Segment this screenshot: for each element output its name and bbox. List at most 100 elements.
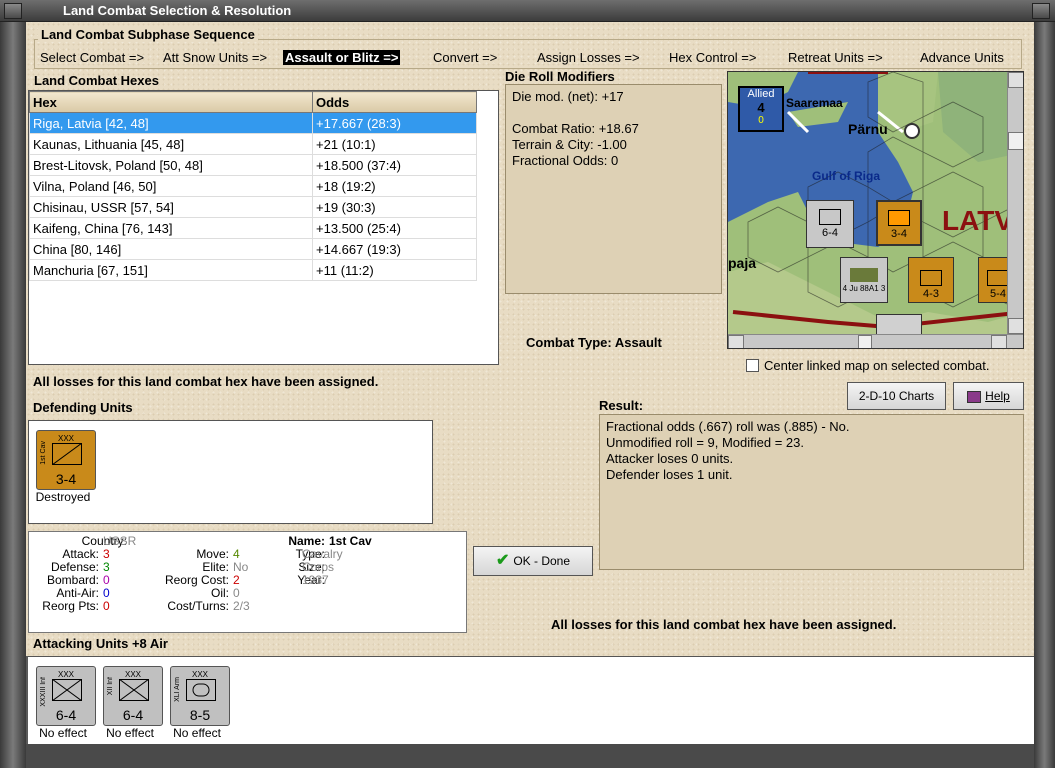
year-value: 1937	[302, 573, 329, 587]
center-map-checkbox[interactable]	[746, 359, 759, 372]
scroll-down-icon[interactable]	[1008, 318, 1023, 334]
att-unit-1-status: No effect	[39, 726, 87, 740]
modifiers-box: Die mod. (net): +17 Combat Ratio: +18.67…	[505, 84, 722, 294]
book-icon	[967, 390, 982, 403]
name-label: Name:	[288, 534, 325, 548]
hex-row[interactable]: China [80, 146] +14.667 (19:3)	[29, 238, 477, 260]
hex-row[interactable]: Kaifeng, China [76, 143] +13.500 (25:4)	[29, 217, 477, 239]
oil-label: Oil:	[211, 586, 229, 600]
frame-right	[1034, 22, 1055, 768]
hex-name-cell: Riga, Latvia [42, 48]	[29, 112, 313, 134]
hex-odds-cell: +13.500 (25:4)	[312, 217, 477, 239]
fire-icon	[888, 210, 910, 226]
allied-sub: 0	[758, 115, 764, 126]
att-unit-2-status: No effect	[106, 726, 154, 740]
step-hex-control[interactable]: Hex Control =>	[669, 50, 756, 65]
defending-unit-counter[interactable]: XXX 1st Cav 3-4	[36, 430, 96, 490]
allied-marker[interactable]: Allied 4 0	[738, 86, 784, 132]
hex-row[interactable]: Manchuria [67, 151] +11 (11:2)	[29, 259, 477, 281]
attacking-unit-3[interactable]: XXX XLI Arm 8-5	[170, 666, 230, 726]
map-vscroll[interactable]	[1007, 72, 1023, 334]
col-hex[interactable]: Hex	[29, 91, 313, 113]
mod-combat-ratio: Combat Ratio: +18.67	[512, 121, 639, 136]
map-unit-soviet-2[interactable]: 4-3	[908, 257, 954, 303]
ok-done-button[interactable]: ✔ OK - Done	[473, 546, 593, 576]
losses-message-top: All losses for this land combat hex have…	[33, 374, 379, 389]
hex-row[interactable]: Brest-Litovsk, Poland [50, 48] +18.500 (3…	[29, 154, 477, 176]
move-label: Move:	[196, 547, 229, 561]
hex-odds-cell: +14.667 (19:3)	[312, 238, 477, 260]
help-button[interactable]: Help	[953, 382, 1024, 410]
result-box: Fractional odds (.667) roll was (.885) -…	[599, 414, 1024, 570]
unit-info-panel: Country: USSR Attack: 3 Defense: 3 Bomba…	[28, 531, 467, 633]
linked-map[interactable]: Allied 4 0 Saaremaa Pärnu Gulf of Riga L…	[727, 71, 1024, 349]
hex-name-cell: Kaunas, Lithuania [45, 48]	[29, 133, 313, 155]
oil-value: 0	[233, 586, 240, 600]
scroll-left-icon[interactable]	[728, 335, 744, 348]
att-unit-3-status: No effect	[173, 726, 221, 740]
result-line-3: Attacker loses 0 units.	[606, 451, 734, 466]
combat-type-value: Assault	[614, 335, 662, 350]
step-att-snow[interactable]: Att Snow Units =>	[163, 50, 267, 65]
cost-turns-value: 2/3	[233, 599, 250, 613]
mod-terrain-city: Terrain & City: -1.00	[512, 137, 627, 152]
attack-label: Attack:	[62, 547, 99, 561]
attack-value: 3	[103, 547, 110, 561]
hex-odds-cell: +21 (10:1)	[312, 133, 477, 155]
name-value: 1st Cav	[329, 534, 372, 548]
antiair-value: 0	[103, 586, 110, 600]
system-menu-icon[interactable]	[4, 3, 22, 19]
map-unit-german[interactable]: 6-4	[806, 200, 854, 248]
vscroll-thumb[interactable]	[1008, 132, 1023, 150]
def-unit-status: Destroyed	[35, 490, 91, 504]
cavalry-symbol-icon	[52, 443, 82, 465]
window-title: Land Combat Selection & Resolution	[63, 3, 292, 18]
infantry-symbol-icon-a2	[119, 679, 149, 701]
step-assign-losses[interactable]: Assign Losses =>	[537, 50, 640, 65]
allied-label: Allied	[747, 88, 775, 100]
result-title: Result:	[599, 398, 644, 413]
hex-name-cell: Manchuria [67, 151]	[29, 259, 313, 281]
hex-row[interactable]: Vilna, Poland [46, 50] +18 (19:2)	[29, 175, 477, 197]
step-assault-blitz[interactable]: Assault or Blitz =>	[283, 50, 401, 65]
map-hscroll[interactable]	[728, 334, 1023, 348]
close-icon[interactable]	[1032, 3, 1050, 19]
ok-done-label: OK - Done	[513, 554, 571, 568]
hexes-list: Hex Odds Riga, Latvia [42, 48] +17.667 (2…	[28, 90, 499, 365]
hex-row[interactable]: Kaunas, Lithuania [45, 48] +21 (10:1)	[29, 133, 477, 155]
hex-name-cell: China [80, 146]	[29, 238, 313, 260]
map-air-unit[interactable]: 4 Ju 88A1 3	[840, 257, 888, 303]
step-select-combat[interactable]: Select Combat =>	[40, 50, 144, 65]
att-unit-2-name: XII Inf	[107, 677, 114, 696]
hex-name-cell: Brest-Litovsk, Poland [50, 48]	[29, 154, 313, 176]
subphase-title: Land Combat Subphase Sequence	[38, 27, 258, 42]
col-odds[interactable]: Odds	[312, 91, 477, 113]
losses-message-bottom: All losses for this land combat hex have…	[551, 617, 897, 632]
map-unit-soviet-strength: 3-4	[891, 228, 907, 240]
attacking-unit-2[interactable]: XXX XII Inf 6-4	[103, 666, 163, 726]
type-value: Cavalry	[302, 547, 343, 561]
center-map-label: Center linked map on selected combat.	[764, 358, 990, 373]
charts-button[interactable]: 2-D-10 Charts	[847, 382, 946, 410]
city-icon	[904, 123, 920, 139]
scroll-up-icon[interactable]	[1008, 72, 1023, 88]
bombard-label: Bombard:	[46, 573, 99, 587]
step-retreat-units[interactable]: Retreat Units =>	[788, 50, 883, 65]
result-line-2: Unmodified roll = 9, Modified = 23.	[606, 435, 804, 450]
defense-label: Defense:	[50, 560, 99, 574]
step-advance-units[interactable]: Advance Units	[920, 50, 1004, 65]
allied-count: 4	[757, 100, 765, 115]
reorg-pts-label: Reorg Pts:	[42, 599, 99, 613]
hex-row[interactable]: Chisinau, USSR [57, 54] +19 (30:3)	[29, 196, 477, 218]
mech-symbol-icon	[920, 270, 942, 286]
place-parnu: Pärnu	[848, 121, 888, 137]
hscroll-thumb[interactable]	[858, 335, 872, 348]
hex-odds-cell: +19 (30:3)	[312, 196, 477, 218]
map-unit-soviet[interactable]: 3-4	[876, 200, 922, 246]
mod-fractional-odds: Fractional Odds: 0	[512, 153, 619, 168]
hex-row[interactable]: Riga, Latvia [42, 48] +17.667 (28:3)	[29, 112, 477, 134]
hex-odds-cell: +18.500 (37:4)	[312, 154, 477, 176]
step-convert[interactable]: Convert =>	[433, 50, 497, 65]
attacking-unit-1[interactable]: XXX XXXIII Inf 6-4	[36, 666, 96, 726]
scroll-right-icon[interactable]	[991, 335, 1007, 348]
